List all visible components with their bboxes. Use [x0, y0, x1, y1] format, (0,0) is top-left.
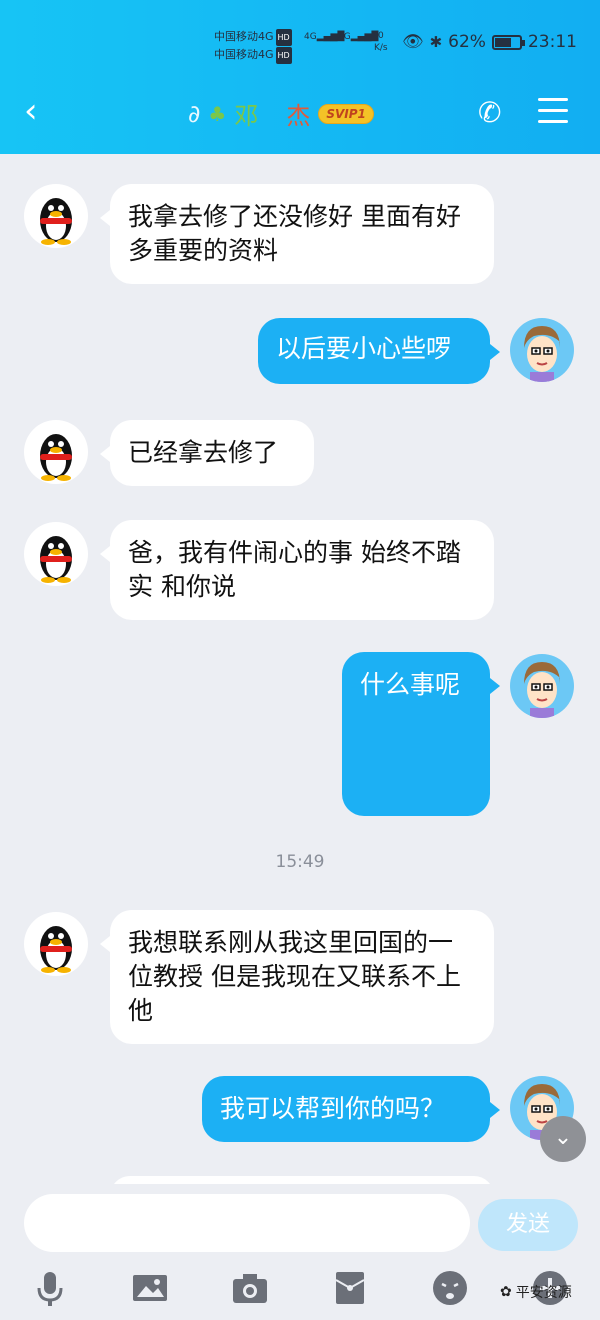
- my-avatar[interactable]: [510, 318, 574, 382]
- contact-avatar[interactable]: [24, 184, 88, 248]
- camera-button[interactable]: [230, 1268, 270, 1308]
- cartoon-face-icon: [524, 326, 560, 382]
- chat-header: 中国移动4G HD 中国移动4G HD 4G▂▄▆█ 4G▂▄▆█ 0 K/s 👁 …: [0, 0, 600, 154]
- microphone-icon: [37, 1272, 63, 1306]
- penguin-icon: [40, 434, 72, 481]
- red-packet-button[interactable]: [330, 1268, 370, 1308]
- svip-badge: SVIP1: [318, 103, 374, 124]
- message-bubble-in[interactable]: [110, 1176, 494, 1184]
- contact-avatar[interactable]: [24, 420, 88, 484]
- carrier-line-2: 中国移动4G: [214, 48, 274, 61]
- network-speed: 0 K/s: [374, 31, 388, 53]
- contact-title[interactable]: ∂ ♣ 邓 杰 SVIP1: [188, 96, 374, 131]
- back-button[interactable]: ‹: [24, 94, 38, 128]
- carrier-line-1: 中国移动4G: [214, 30, 274, 43]
- contact-name-part-1: 邓: [234, 102, 259, 130]
- eye-icon: 👁: [402, 32, 424, 52]
- battery-percent: 62%: [448, 32, 486, 52]
- contact-name-part-2: 杰: [286, 102, 311, 130]
- penguin-icon: [40, 926, 72, 973]
- menu-icon: [538, 98, 568, 101]
- sprout-icon: ♣: [208, 101, 227, 126]
- message-bubble-in[interactable]: 我拿去修了还没修好 里面有好多重要的资料: [100, 184, 494, 284]
- contact-avatar[interactable]: [24, 912, 88, 976]
- message-input[interactable]: [24, 1194, 470, 1252]
- emoji-button[interactable]: [430, 1268, 470, 1308]
- scroll-to-bottom-button[interactable]: ⌄: [540, 1116, 586, 1162]
- ear-icon: ∂: [188, 99, 201, 128]
- message-bubble-out[interactable]: 以后要小心些啰: [258, 318, 500, 384]
- message-bubble-in[interactable]: 我想联系刚从我这里回国的一位教授 但是我现在又联系不上他: [100, 910, 494, 1044]
- image-button[interactable]: [130, 1268, 170, 1308]
- input-bar: 发送: [0, 1184, 600, 1260]
- cartoon-face-icon: [524, 662, 560, 718]
- bluetooth-icon: ✱: [429, 33, 443, 51]
- battery-icon: [491, 34, 525, 50]
- penguin-icon: [40, 536, 72, 583]
- signal-icon: 4G▂▄▆█: [338, 32, 379, 42]
- carrier-info: 中国移动4G HD 中国移动4G HD: [214, 28, 292, 64]
- watermark-text: 平安资源: [515, 1285, 572, 1301]
- nav-bar: ‹ ∂ ♣ 邓 杰 SVIP1 ✆: [0, 88, 600, 136]
- message-bubble-in[interactable]: 爸，我有件闹心的事 始终不踏实 和你说: [100, 520, 494, 620]
- phone-icon: ✆: [478, 96, 502, 129]
- status-bar: 中国移动4G HD 中国移动4G HD 4G▂▄▆█ 4G▂▄▆█ 0 K/s 👁 …: [0, 22, 600, 66]
- call-button[interactable]: ✆: [478, 96, 501, 129]
- timestamp: 15:49: [275, 852, 325, 872]
- penguin-icon: [40, 198, 72, 245]
- message-bubble-out[interactable]: 我可以帮到你的吗？: [202, 1076, 500, 1142]
- clock: 23:11: [527, 32, 577, 52]
- voice-button[interactable]: [30, 1268, 70, 1308]
- image-icon: [133, 1275, 167, 1301]
- menu-button[interactable]: [538, 98, 568, 124]
- watermark: ✿ 平安资源: [500, 1282, 572, 1302]
- red-packet-icon: [335, 1272, 365, 1304]
- camera-icon: [233, 1274, 267, 1303]
- chevron-left-icon: ‹: [24, 91, 38, 131]
- my-avatar[interactable]: [510, 654, 574, 718]
- emoji-icon: [433, 1271, 467, 1305]
- message-bubble-in[interactable]: 已经拿去修了: [100, 420, 314, 486]
- toolbar: ✿ 平安资源: [0, 1260, 600, 1320]
- message-list[interactable]: 我拿去修了还没修好 里面有好多重要的资料 以后要小心些啰 已经拿去修了 爸，我有…: [0, 154, 600, 1184]
- contact-avatar[interactable]: [24, 522, 88, 586]
- chevron-down-icon: ⌄: [553, 1125, 573, 1150]
- send-button[interactable]: 发送: [478, 1199, 578, 1251]
- hd-badge: HD: [275, 47, 292, 64]
- hd-badge: HD: [275, 29, 292, 46]
- wechat-icon: ✿: [500, 1284, 512, 1300]
- message-bubble-out[interactable]: 什么事呢: [342, 652, 500, 816]
